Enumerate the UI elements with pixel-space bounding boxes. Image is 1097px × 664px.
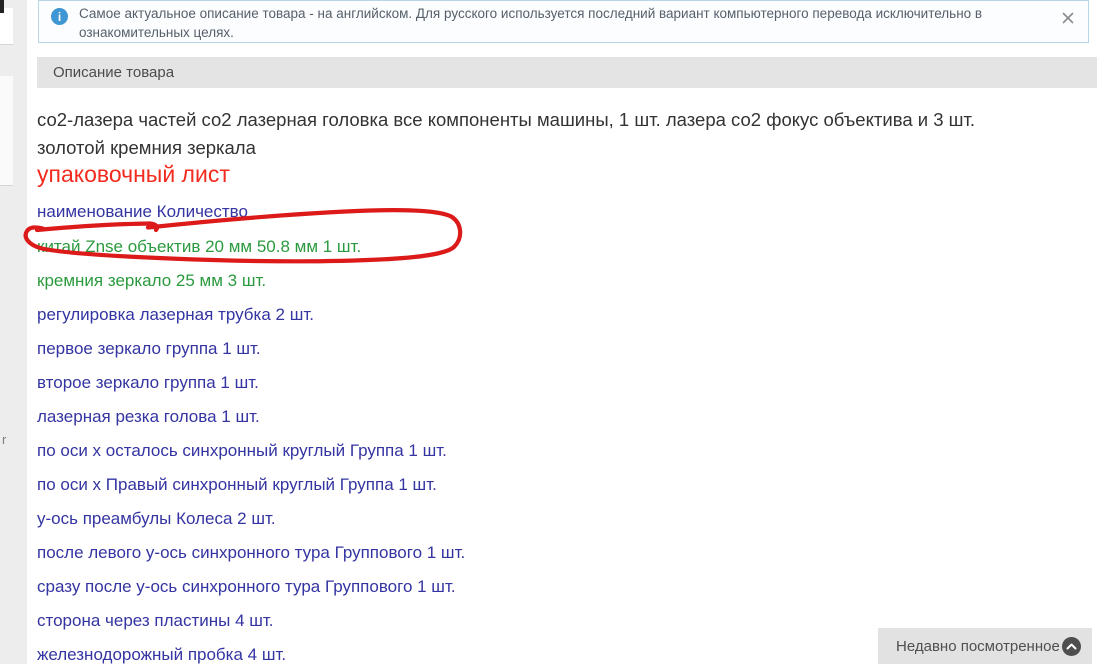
description-intro-line: со2-лазера частей со2 лазерная головка в… (37, 109, 976, 130)
description-intro: со2-лазера частей со2 лазерная головка в… (37, 106, 1092, 161)
recently-viewed-label: Недавно посмотренное (896, 637, 1060, 655)
packing-list-title: упаковочный лист (37, 161, 230, 187)
chevron-up-circle-icon (1062, 636, 1081, 656)
left-edge-dark-fragment (0, 0, 4, 13)
description-content: со2-лазера частей со2 лазерная головка в… (37, 0, 1097, 664)
recently-viewed-button[interactable]: Недавно посмотренное (878, 628, 1092, 664)
description-intro-line: золотой кремния зеркала (37, 136, 256, 158)
packing-list-item: по оси x осталось синхронный круглый Гру… (37, 441, 447, 460)
packing-list-item: первое зеркало группа 1 шт. (37, 339, 261, 358)
packing-list-header: наименование Количество (37, 202, 248, 221)
packing-list-item: у-ось преамбулы Колеса 2 шт. (37, 509, 276, 528)
packing-list-item: по оси x Правый синхронный круглый Групп… (37, 475, 437, 494)
cut-off-text-fragment: r (2, 432, 7, 447)
packing-list-item: китай Znse объектив 20 мм 50.8 мм 1 шт. (37, 237, 362, 256)
packing-list-item: после левого у-ось синхронного тура Груп… (37, 543, 466, 562)
packing-list-item: регулировка лазерная трубка 2 шт. (37, 305, 314, 324)
packing-list-item: железнодорожный пробка 4 шт. (37, 645, 287, 664)
packing-list-item: сразу после у-ось синхронного тура Групп… (37, 577, 456, 596)
left-edge-panel-fragment (0, 76, 13, 186)
left-edge-panel-fragment (0, 8, 13, 45)
packing-list-item: лазерная резка голова 1 шт. (37, 407, 260, 426)
packing-list-item: кремния зеркало 25 мм 3 шт. (37, 271, 267, 290)
product-description-page: r i Самое актуальное описание товара - н… (0, 0, 1097, 664)
packing-list-item: второе зеркало группа 1 шт. (37, 373, 259, 392)
packing-list-item: сторона через пластины 4 шт. (37, 611, 274, 630)
